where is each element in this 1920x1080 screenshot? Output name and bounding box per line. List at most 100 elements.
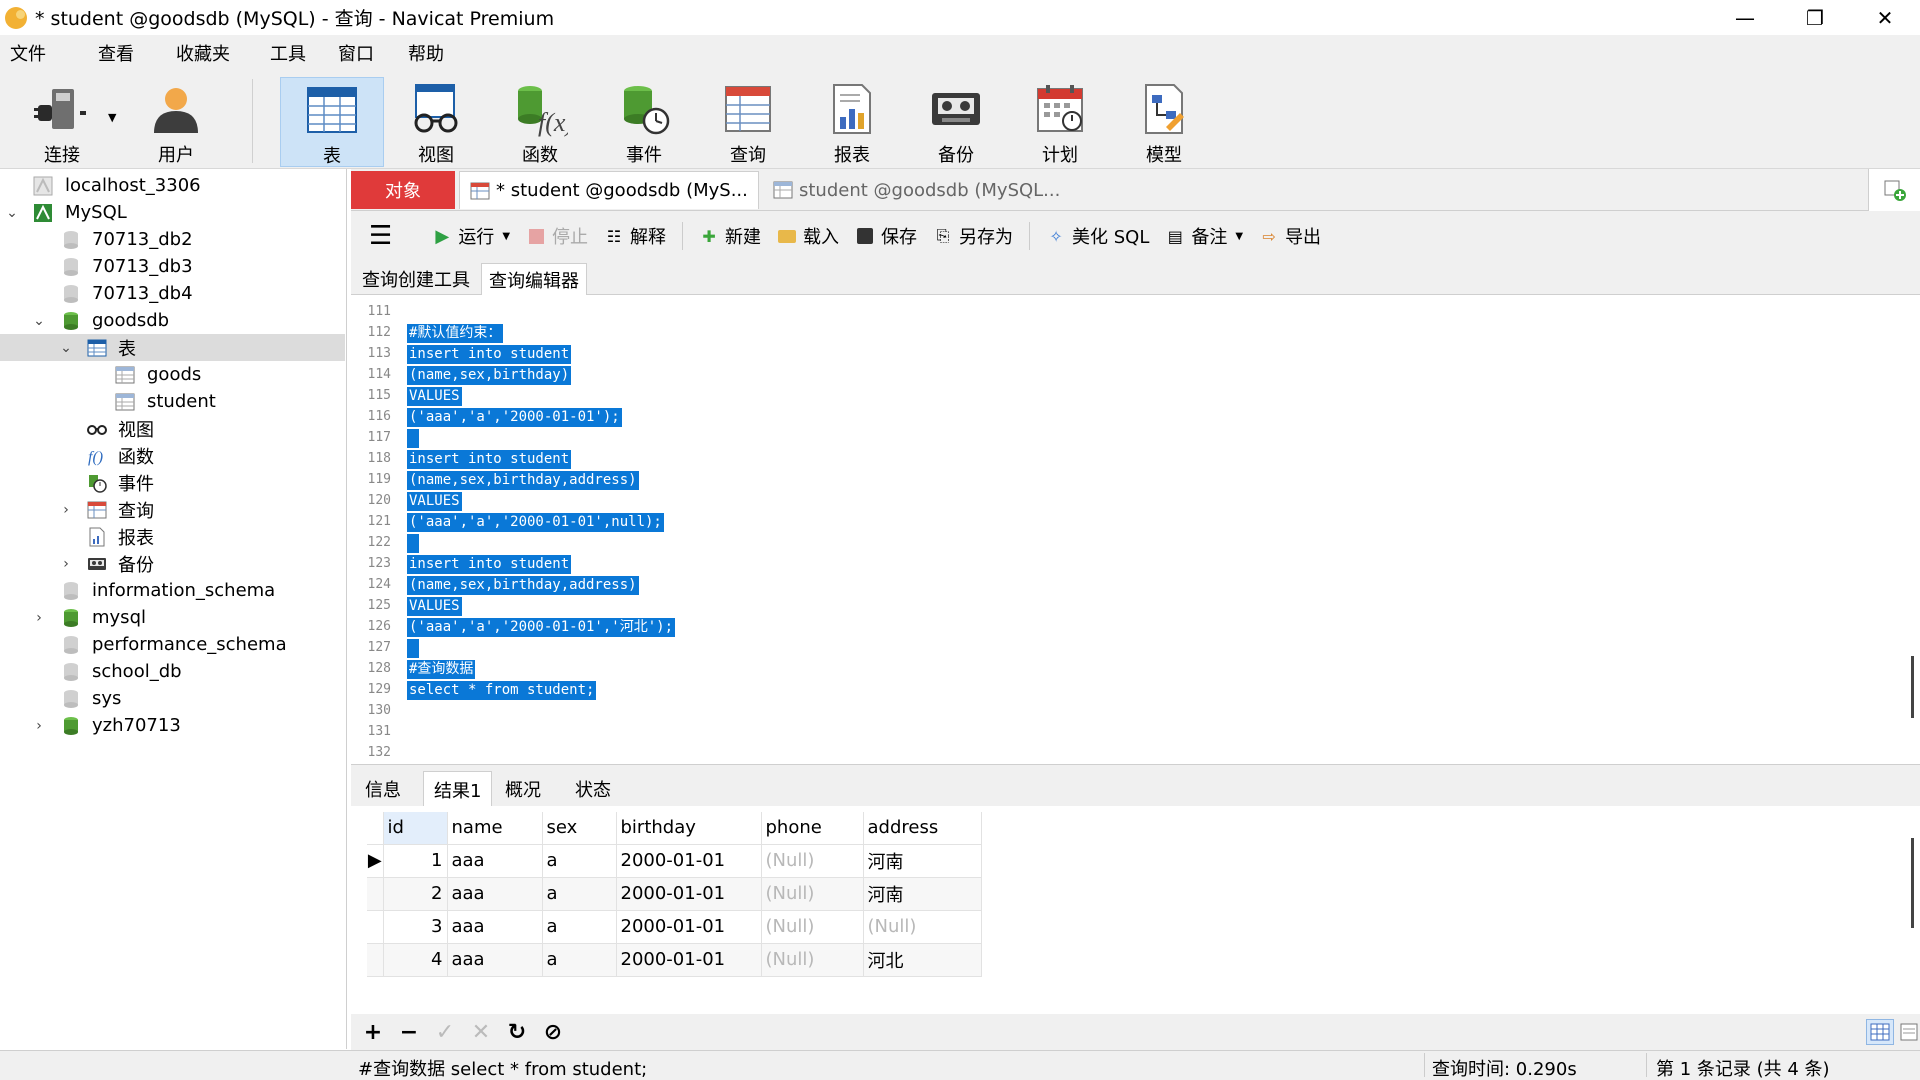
tree-item-db[interactable]: school_db xyxy=(0,658,345,685)
tree-item-goodsdb[interactable]: ⌄ goodsdb xyxy=(0,307,345,334)
save-as-button[interactable]: ⎘ 另存为 xyxy=(933,223,1013,249)
tab-table-student[interactable]: student @goodsdb (MySQL... xyxy=(763,171,1063,209)
cell-address[interactable]: 河南 xyxy=(863,844,982,878)
tree-item-functions[interactable]: f() 函数 xyxy=(0,442,345,469)
cell-address[interactable]: (Null) xyxy=(863,910,982,944)
tree-item-backups[interactable]: › 备份 xyxy=(0,550,345,577)
tree-item-db-mysql[interactable]: › mysql xyxy=(0,604,345,631)
discard-changes-button[interactable]: ✕ xyxy=(463,1020,499,1045)
cell-sex[interactable]: a xyxy=(542,844,617,878)
model-button[interactable]: 模型 xyxy=(1112,77,1216,167)
comment-button[interactable]: ▤ 备注 ▼ xyxy=(1165,223,1243,249)
cell-name[interactable]: aaa xyxy=(447,877,543,911)
export-button[interactable]: ⇨ 导出 xyxy=(1259,223,1321,249)
load-button[interactable]: 载入 xyxy=(777,223,839,249)
cell-sex[interactable]: a xyxy=(542,943,617,977)
collapse-arrow-icon[interactable]: ⌄ xyxy=(32,313,46,329)
menu-help[interactable]: 帮助 xyxy=(408,40,444,66)
menu-favorites[interactable]: 收藏夹 xyxy=(176,40,230,66)
column-header-sex[interactable]: sex xyxy=(542,812,617,845)
expand-arrow-icon[interactable]: › xyxy=(32,718,46,734)
tab-objects[interactable]: 对象 xyxy=(351,171,455,209)
grid-scrollbar[interactable] xyxy=(1911,838,1914,928)
tree-item-db-yzh[interactable]: › yzh70713 xyxy=(0,712,345,739)
menu-view[interactable]: 查看 xyxy=(98,40,134,66)
cell-birthday[interactable]: 2000-01-01 xyxy=(616,844,762,878)
grid-view-button[interactable] xyxy=(1866,1019,1894,1045)
tab-profile[interactable]: 概况 xyxy=(495,771,551,807)
close-button[interactable]: ✕ xyxy=(1850,0,1920,35)
new-tab-button[interactable] xyxy=(1868,169,1920,211)
tree-item-db[interactable]: 70713_db4 xyxy=(0,280,345,307)
view-button[interactable]: 视图 xyxy=(384,77,488,167)
table-row[interactable]: 4 aaa a 2000-01-01 (Null) 河北 xyxy=(367,943,982,977)
expand-arrow-icon[interactable]: › xyxy=(59,556,73,572)
schedule-button[interactable]: 计划 xyxy=(1008,77,1112,167)
tab-query-editor[interactable]: 查询编辑器 xyxy=(481,263,587,295)
hamburger-menu-icon[interactable]: ☰ xyxy=(369,221,392,251)
report-button[interactable]: 报表 xyxy=(800,77,904,167)
cell-address[interactable]: 河北 xyxy=(863,943,982,977)
tree-item-table-goods[interactable]: goods xyxy=(0,361,345,388)
cell-id[interactable]: 4 xyxy=(383,943,448,977)
stop-loading-button[interactable]: ⊘ xyxy=(535,1020,571,1045)
tree-item-reports[interactable]: 报表 xyxy=(0,523,345,550)
apply-changes-button[interactable]: ✓ xyxy=(427,1020,463,1045)
table-row[interactable]: ▶ 1 aaa a 2000-01-01 (Null) 河南 xyxy=(367,844,982,878)
column-header-id[interactable]: id xyxy=(383,812,448,845)
tree-item-queries[interactable]: › 查询 xyxy=(0,496,345,523)
column-header-birthday[interactable]: birthday xyxy=(616,812,762,845)
sql-editor[interactable]: 111 112 #默认值约束： 113 insert into student … xyxy=(351,296,1920,764)
table-row[interactable]: 2 aaa a 2000-01-01 (Null) 河南 xyxy=(367,877,982,911)
add-record-button[interactable]: + xyxy=(355,1020,391,1045)
tree-item-db[interactable]: performance_schema xyxy=(0,631,345,658)
tree-item-localhost[interactable]: localhost_3306 xyxy=(0,172,345,199)
connect-button[interactable]: 连接 xyxy=(10,77,114,167)
tree-item-db[interactable]: sys xyxy=(0,685,345,712)
maximize-button[interactable]: ❐ xyxy=(1780,0,1850,35)
tab-query-builder[interactable]: 查询创建工具 xyxy=(355,263,477,295)
menu-window[interactable]: 窗口 xyxy=(338,40,374,66)
cell-name[interactable]: aaa xyxy=(447,844,543,878)
collapse-arrow-icon[interactable]: ⌄ xyxy=(59,340,73,356)
column-header-phone[interactable]: phone xyxy=(761,812,864,845)
menu-tools[interactable]: 工具 xyxy=(270,40,306,66)
stop-button[interactable]: 停止 xyxy=(526,223,588,249)
cell-birthday[interactable]: 2000-01-01 xyxy=(616,943,762,977)
backup-button[interactable]: 备份 xyxy=(904,77,1008,167)
cell-id[interactable]: 3 xyxy=(383,910,448,944)
cell-phone[interactable]: (Null) xyxy=(761,844,864,878)
tree-item-table-student[interactable]: student xyxy=(0,388,345,415)
cell-phone[interactable]: (Null) xyxy=(761,877,864,911)
event-button[interactable]: 事件 xyxy=(592,77,696,167)
connect-dropdown-icon[interactable]: ▼ xyxy=(108,111,116,124)
tree-item-events[interactable]: 事件 xyxy=(0,469,345,496)
cell-birthday[interactable]: 2000-01-01 xyxy=(616,877,762,911)
expand-arrow-icon[interactable]: › xyxy=(59,502,73,518)
explain-button[interactable]: ☷ 解释 xyxy=(604,223,666,249)
tab-result1[interactable]: 结果1 xyxy=(423,771,493,807)
function-button[interactable]: f(x) 函数 xyxy=(488,77,592,167)
beautify-sql-button[interactable]: ✧ 美化 SQL xyxy=(1046,223,1149,249)
delete-record-button[interactable]: − xyxy=(391,1020,427,1045)
row-selector[interactable] xyxy=(367,943,384,977)
minimize-button[interactable]: — xyxy=(1710,0,1780,35)
save-button[interactable]: 保存 xyxy=(855,223,917,249)
cell-sex[interactable]: a xyxy=(542,910,617,944)
tree-item-tables[interactable]: ⌄ 表 xyxy=(0,334,345,361)
query-button[interactable]: 查询 xyxy=(696,77,800,167)
tree-item-db[interactable]: 70713_db2 xyxy=(0,226,345,253)
cell-name[interactable]: aaa xyxy=(447,910,543,944)
new-query-button[interactable]: ✚ 新建 xyxy=(699,223,761,249)
table-row[interactable]: 3 aaa a 2000-01-01 (Null) (Null) xyxy=(367,910,982,944)
cell-birthday[interactable]: 2000-01-01 xyxy=(616,910,762,944)
column-header-name[interactable]: name xyxy=(447,812,543,845)
tree-item-views[interactable]: 视图 xyxy=(0,415,345,442)
tree-item-db[interactable]: information_schema xyxy=(0,577,345,604)
row-selector[interactable] xyxy=(367,877,384,911)
user-button[interactable]: 用户 xyxy=(124,77,228,167)
tab-info[interactable]: 信息 xyxy=(355,771,411,807)
table-button[interactable]: 表 xyxy=(280,77,384,167)
comment-dropdown-icon[interactable]: ▼ xyxy=(1235,231,1243,242)
cell-id[interactable]: 1 xyxy=(383,844,448,878)
